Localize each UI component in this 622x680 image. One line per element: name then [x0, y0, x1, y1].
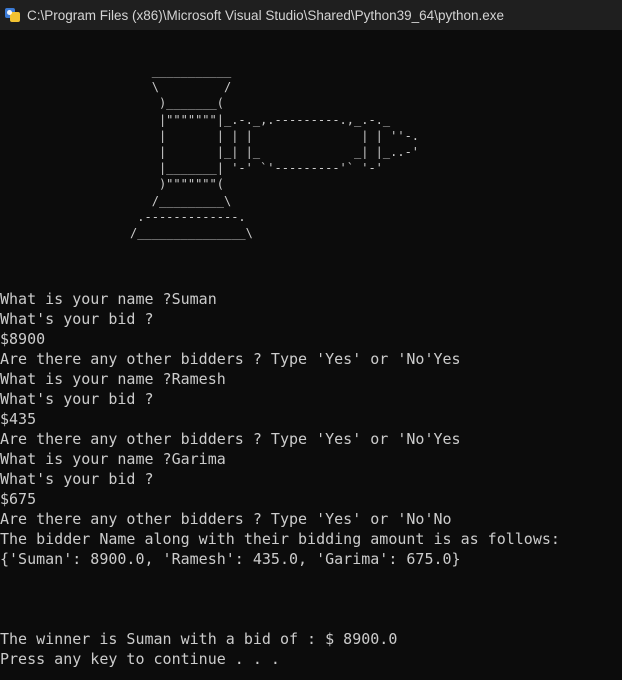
console-line: Are there any other bidders ? Type 'Yes'…	[0, 350, 461, 368]
console-line: What's your bid ?	[0, 470, 154, 488]
console-line: {'Suman': 8900.0, 'Ramesh': 435.0, 'Gari…	[0, 550, 461, 568]
console-line: The winner is Suman with a bid of : $ 89…	[0, 630, 398, 648]
console-output-area[interactable]: ___________ \ / )_______( |"""""""|_.-._…	[0, 30, 622, 680]
python-app-icon[interactable]	[4, 6, 22, 24]
gavel-ascii-art: ___________ \ / )_______( |"""""""|_.-._…	[130, 64, 420, 241]
console-line: Are there any other bidders ? Type 'Yes'…	[0, 430, 461, 448]
console-line: What's your bid ?	[0, 390, 154, 408]
python-icon-eye	[7, 10, 12, 15]
console-line: Are there any other bidders ? Type 'Yes'…	[0, 510, 452, 528]
console-line: What is your name ?Suman	[0, 290, 217, 308]
title-bar[interactable]: C:\Program Files (x86)\Microsoft Visual …	[0, 0, 622, 30]
console-line: What is your name ?Garima	[0, 450, 226, 468]
console-lines: What is your name ?Suman What's your bid…	[0, 289, 560, 669]
console-line: Press any key to continue . . .	[0, 650, 280, 668]
console-line: What is your name ?Ramesh	[0, 370, 226, 388]
console-line: $675	[0, 490, 37, 508]
console-line: $8900	[0, 330, 46, 348]
console-line: $435	[0, 410, 37, 428]
window-title: C:\Program Files (x86)\Microsoft Visual …	[27, 7, 504, 23]
console-line: The bidder Name along with their bidding…	[0, 530, 560, 548]
console-line: What's your bid ?	[0, 310, 154, 328]
console-window: C:\Program Files (x86)\Microsoft Visual …	[0, 0, 622, 680]
